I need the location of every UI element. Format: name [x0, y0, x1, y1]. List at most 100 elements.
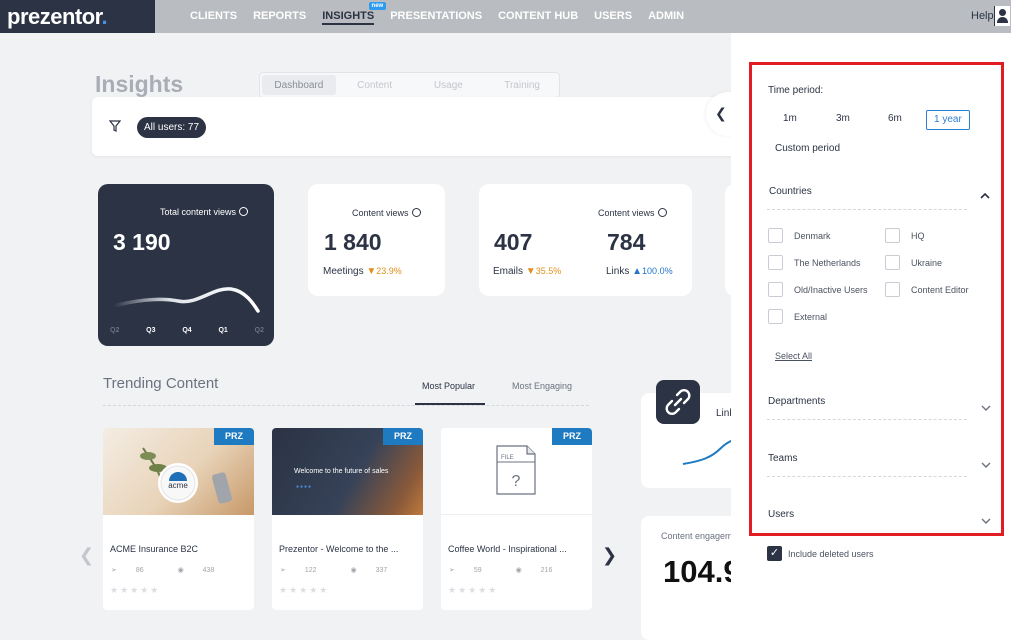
time-period-label: Time period: — [768, 85, 824, 96]
chevron-down-icon[interactable] — [981, 460, 991, 471]
chain-link-icon — [665, 389, 691, 415]
checkbox-external[interactable] — [768, 309, 783, 324]
content-engagement-card: Content engagem 104.9 — [641, 516, 731, 640]
label-hq: HQ — [911, 231, 925, 241]
chevron-down-svg — [981, 462, 991, 468]
label-old-inactive-users: Old/Inactive Users — [794, 285, 868, 295]
tab-training[interactable]: Training — [485, 73, 559, 97]
shares-count: 86 — [135, 567, 144, 574]
chevron-up-icon[interactable] — [980, 191, 990, 202]
link-icon — [656, 380, 700, 424]
section-divider — [103, 405, 589, 406]
checkbox-old-inactive-users[interactable] — [768, 282, 783, 297]
label-denmark: Denmark — [794, 231, 831, 241]
card-title: Coffee World - Inspirational ... — [448, 544, 567, 554]
nav-content-hub[interactable]: CONTENT HUB — [498, 0, 578, 33]
prezentor-logo[interactable]: prezentor. — [0, 0, 155, 33]
meetings-views-label: Content views — [352, 208, 409, 218]
send-icon: ➢ — [449, 567, 457, 574]
nav-insights[interactable]: INSIGHTS new — [322, 0, 387, 33]
link-sparkline — [682, 439, 731, 465]
chevron-down-icon[interactable] — [981, 403, 991, 414]
thumbnail-caption: Welcome to the future of sales — [294, 468, 389, 475]
period-1-year[interactable]: 1 year — [926, 110, 970, 130]
nav-presentations[interactable]: PRESENTATIONS — [390, 0, 482, 33]
all-users-filter-pill[interactable]: All users: 77 — [137, 117, 207, 138]
views-stat: ◉ 216 — [516, 567, 570, 574]
carousel-prev-icon[interactable]: ❮ — [79, 545, 94, 566]
nav-reports[interactable]: REPORTS — [253, 0, 306, 33]
trending-card-acme[interactable]: acme PRZ ACME Insurance B2C ➢ 86 ◉ 438 ★★… — [103, 428, 254, 610]
include-deleted-users-label: Include deleted users — [788, 549, 874, 559]
card-title: Prezentor - Welcome to the ... — [279, 544, 399, 554]
period-1m[interactable]: 1m — [776, 110, 804, 130]
card-title: ACME Insurance B2C — [110, 544, 199, 554]
prz-badge: PRZ — [214, 428, 254, 445]
carousel-next-icon[interactable]: ❯ — [602, 545, 617, 566]
tab-most-engaging[interactable]: Most Engaging — [512, 381, 572, 391]
highlight-box — [749, 62, 1004, 536]
checkbox-denmark[interactable] — [768, 228, 783, 243]
up-arrow-icon: ▲ — [632, 266, 643, 277]
trending-card-coffee-world[interactable]: FILE ? PRZ Coffee World - Inspirational … — [441, 428, 592, 610]
custom-period-link[interactable]: Custom period — [775, 143, 840, 154]
total-content-views-card: Total content views 3 190 Q2 Q3 Q4 Q1 Q2 — [98, 184, 274, 346]
tab-usage[interactable]: Usage — [412, 73, 486, 97]
tab-most-popular[interactable]: Most Popular — [422, 381, 475, 391]
page-title: Insights — [95, 71, 184, 97]
info-icon[interactable] — [657, 208, 667, 217]
period-6m[interactable]: 6m — [881, 110, 909, 130]
include-deleted-users-checkbox[interactable]: ✓ — [767, 546, 782, 561]
emails-value: 407 — [494, 229, 533, 255]
tab-content[interactable]: Content — [338, 73, 412, 97]
filter-icon[interactable] — [109, 120, 121, 132]
quarter-label: Q4 — [182, 327, 192, 334]
quarter-label: Q2 — [254, 327, 264, 334]
card-stats: ➢ 122 ◉ 337 — [280, 566, 421, 574]
departments-label[interactable]: Departments — [768, 396, 825, 407]
help-link[interactable]: Help — [971, 10, 994, 22]
filter-bar: All users: 77 — [92, 97, 731, 156]
active-underline — [322, 23, 375, 25]
top-navigation: prezentor. CLIENTS REPORTS INSIGHTS new P… — [0, 0, 1011, 33]
countries-label[interactable]: Countries — [769, 186, 812, 197]
label-ukraine: Ukraine — [911, 258, 943, 268]
users-label[interactable]: Users — [768, 509, 794, 520]
tab-dashboard[interactable]: Dashboard — [262, 75, 336, 95]
chevron-down-svg — [981, 405, 991, 411]
nav-items: CLIENTS REPORTS INSIGHTS new PRESENTATION… — [190, 0, 700, 33]
emails-links-views-label: Content views — [598, 208, 655, 218]
trending-card-prezentor[interactable]: Welcome to the future of sales ●●●● PRZ … — [272, 428, 423, 610]
teams-label[interactable]: Teams — [768, 453, 797, 464]
select-all-link[interactable]: Select All — [775, 351, 812, 361]
coffee-thumbnail: FILE ? PRZ — [441, 428, 592, 515]
info-icon[interactable] — [239, 207, 249, 216]
chevron-down-svg — [981, 518, 991, 524]
countries-divider — [767, 209, 967, 210]
prz-badge: PRZ — [552, 428, 592, 445]
views-stat: ◉ 337 — [351, 567, 405, 574]
label-external: External — [794, 312, 828, 322]
chevron-down-icon[interactable] — [981, 516, 991, 527]
nav-admin[interactable]: ADMIN — [648, 0, 684, 33]
rating-stars[interactable]: ★★★★★ — [279, 585, 329, 596]
insights-tabs: Dashboard Content Usage Training — [259, 72, 560, 98]
acme-thumbnail: acme PRZ — [103, 428, 254, 515]
checkbox-the-netherlands[interactable] — [768, 255, 783, 270]
total-views-label-wrap: Total content views — [160, 207, 249, 217]
active-tab-underline — [415, 403, 485, 405]
nav-clients[interactable]: CLIENTS — [190, 0, 237, 33]
checkbox-hq[interactable] — [885, 228, 900, 243]
period-3m[interactable]: 3m — [829, 110, 857, 130]
checkbox-ukraine[interactable] — [885, 255, 900, 270]
acme-logo-text: acme — [168, 481, 188, 490]
info-icon[interactable] — [411, 208, 421, 217]
emails-links-card: Content views 407 784 Emails ▼35.5% Link… — [479, 184, 692, 296]
user-profile-icon[interactable] — [994, 6, 1010, 26]
views-stat: ◉ 438 — [178, 567, 232, 574]
checkmark-icon: ✓ — [769, 547, 780, 559]
nav-users[interactable]: USERS — [594, 0, 632, 33]
rating-stars[interactable]: ★★★★★ — [110, 585, 160, 596]
rating-stars[interactable]: ★★★★★ — [448, 585, 498, 596]
checkbox-content-editor[interactable] — [885, 282, 900, 297]
